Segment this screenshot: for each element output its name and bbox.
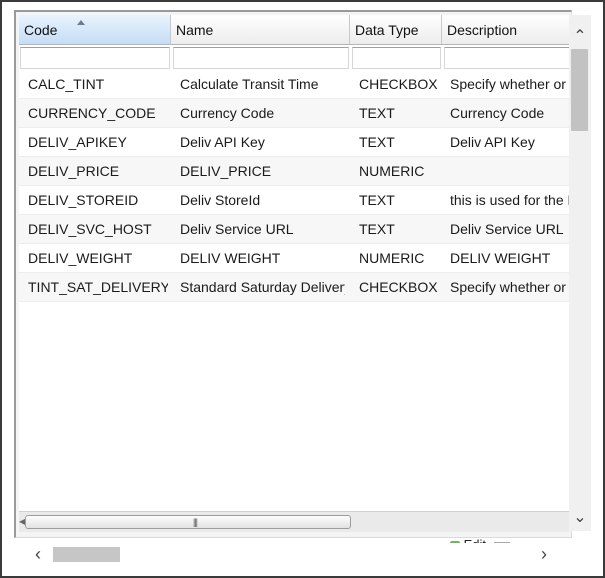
description-cell: DELIV WEIGHT bbox=[450, 250, 551, 266]
table-row[interactable]: CALC_TINT Calculate Transit Time CHECKBOX S… bbox=[19, 70, 571, 99]
code-filter-input[interactable] bbox=[20, 47, 170, 69]
table-row[interactable]: DELIV_APIKEY Deliv API Key TEXT Deliv API K… bbox=[19, 128, 571, 157]
data-type-cell: CHECKBOX bbox=[359, 279, 438, 295]
vertical-scroll-thumb[interactable] bbox=[571, 49, 588, 131]
description-cell: Deliv Service URL bbox=[450, 221, 564, 237]
chevron-right-icon[interactable]: › bbox=[532, 543, 556, 565]
window-horizontal-scrollbar[interactable]: ‹ › bbox=[20, 543, 569, 565]
description-cell: Deliv API Key bbox=[450, 134, 535, 150]
name-cell: Standard Saturday Delivery bbox=[180, 279, 345, 295]
code-cell: DELIV_PRICE bbox=[28, 163, 120, 179]
code-cell: CALC_TINT bbox=[28, 76, 105, 92]
column-header-name[interactable]: Name bbox=[171, 15, 350, 44]
data-type-cell: TEXT bbox=[359, 134, 395, 150]
name-filter-input[interactable] bbox=[173, 47, 349, 69]
description-filter-input[interactable] bbox=[444, 47, 571, 69]
code-cell: DELIV_STOREID bbox=[28, 192, 139, 208]
grid-header: Code Name Data Type Description bbox=[19, 15, 571, 45]
table-row[interactable]: DELIV_SVC_HOST Deliv Service URL TEXT Deliv… bbox=[19, 215, 571, 244]
table-row[interactable]: CURRENCY_CODE Currency Code TEXT Currency C… bbox=[19, 99, 571, 128]
column-header-label: Description bbox=[447, 22, 518, 38]
description-cell: this is used for the D bbox=[450, 192, 571, 208]
grid-horizontal-scrollbar[interactable]: ◀ ||| bbox=[19, 511, 569, 532]
column-header-label: Code bbox=[24, 22, 58, 38]
description-cell: Specify whether or n bbox=[450, 76, 571, 92]
table-row[interactable]: TINT_SAT_DELIVERY Standard Saturday Deliv… bbox=[19, 273, 571, 302]
name-cell: Deliv StoreId bbox=[180, 192, 261, 208]
table-row[interactable]: DELIV_WEIGHT DELIV WEIGHT NUMERIC DELIV WEI… bbox=[19, 244, 571, 273]
column-header-code[interactable]: Code bbox=[19, 15, 171, 44]
table-row[interactable]: DELIV_STOREID Deliv StoreId TEXT this is us… bbox=[19, 186, 571, 215]
name-cell: Deliv API Key bbox=[180, 134, 265, 150]
column-header-label: Data Type bbox=[355, 22, 419, 38]
column-header-data-type[interactable]: Data Type bbox=[350, 15, 442, 44]
grid-horizontal-scroll-thumb[interactable]: ||| bbox=[25, 515, 351, 529]
data-type-cell: TEXT bbox=[359, 192, 395, 208]
grip-icon: ||| bbox=[193, 517, 198, 527]
code-cell: DELIV_SVC_HOST bbox=[28, 221, 152, 237]
code-cell: CURRENCY_CODE bbox=[28, 105, 156, 121]
column-header-label: Name bbox=[176, 22, 214, 38]
column-header-description[interactable]: Description bbox=[442, 15, 571, 44]
vertical-scrollbar[interactable]: ⌃ ⌄ bbox=[569, 15, 591, 531]
sort-ascending-icon bbox=[77, 20, 85, 25]
table-row[interactable]: DELIV_PRICE DELIV_PRICE NUMERIC bbox=[19, 157, 571, 186]
data-type-cell: TEXT bbox=[359, 105, 395, 121]
data-type-cell: CHECKBOX bbox=[359, 76, 438, 92]
code-cell: DELIV_APIKEY bbox=[28, 134, 127, 150]
window-horizontal-scroll-thumb[interactable] bbox=[53, 547, 120, 562]
description-cell bbox=[450, 157, 571, 185]
code-cell: TINT_SAT_DELIVERY bbox=[28, 279, 168, 295]
chevron-down-icon[interactable]: ⌄ bbox=[569, 506, 591, 530]
description-cell: Currency Code bbox=[450, 105, 545, 121]
name-cell: DELIV WEIGHT bbox=[180, 250, 281, 266]
name-cell: Calculate Transit Time bbox=[180, 76, 319, 92]
chevron-up-icon[interactable]: ⌃ bbox=[569, 25, 591, 49]
data-type-cell: NUMERIC bbox=[359, 163, 425, 179]
name-cell: Currency Code bbox=[180, 105, 275, 121]
data-type-filter-input[interactable] bbox=[352, 47, 441, 69]
code-cell: DELIV_WEIGHT bbox=[28, 250, 133, 266]
data-type-cell: TEXT bbox=[359, 221, 395, 237]
filter-row bbox=[19, 45, 571, 71]
data-grid: Code Name Data Type Description CALC_TIN… bbox=[19, 15, 571, 511]
chevron-left-icon[interactable]: ‹ bbox=[26, 543, 50, 565]
name-cell: DELIV_PRICE bbox=[180, 163, 272, 179]
data-type-cell: NUMERIC bbox=[359, 250, 425, 266]
description-cell: Specify whether or n bbox=[450, 279, 571, 295]
name-cell: Deliv Service URL bbox=[180, 221, 294, 237]
